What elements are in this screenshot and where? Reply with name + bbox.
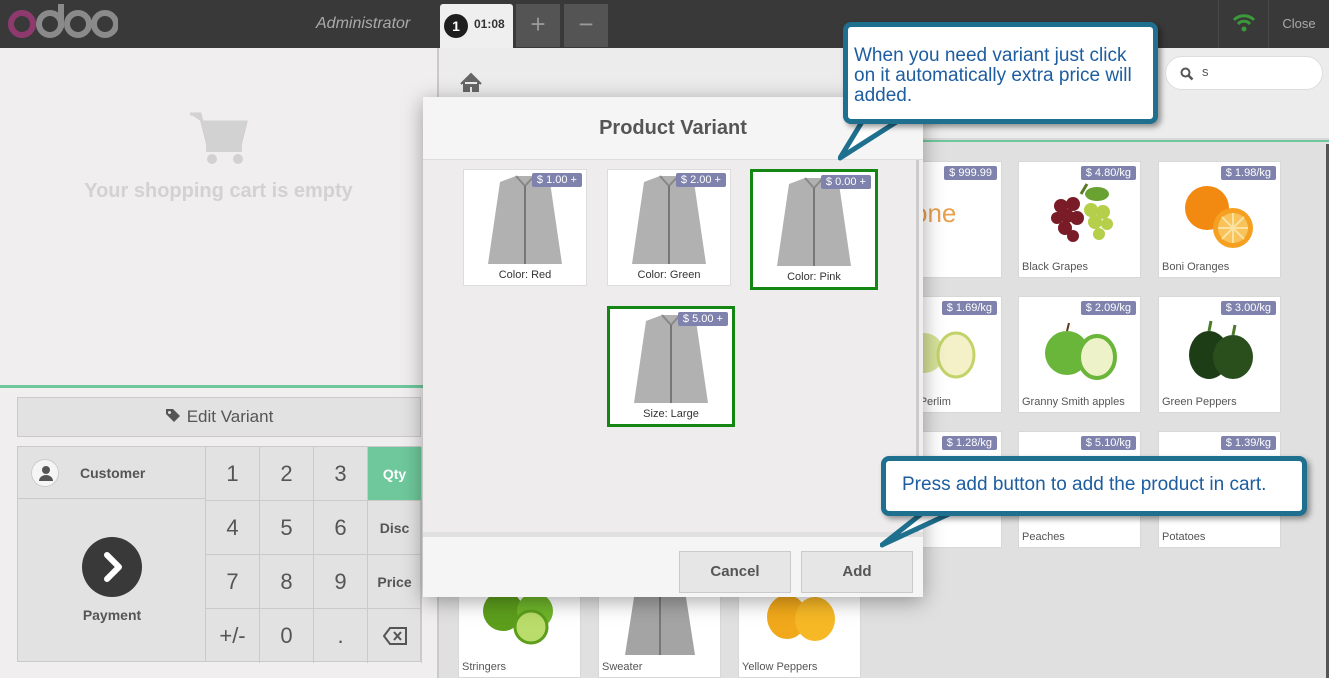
order-number: 1 <box>444 14 468 38</box>
product-price: $ 3.00/kg <box>1220 301 1276 315</box>
numpad-key-1[interactable]: 1 <box>206 447 260 501</box>
numpad-key-2[interactable]: 2 <box>260 447 314 501</box>
variant-label: Size: Large <box>643 408 699 420</box>
search-box[interactable] <box>1165 56 1323 90</box>
payment-button[interactable]: Payment <box>18 499 206 661</box>
order-tab[interactable]: 1 01:08 <box>440 4 513 48</box>
backspace-button[interactable] <box>368 609 422 663</box>
numpad-key-dot[interactable]: . <box>314 609 368 663</box>
variant-tile-green[interactable]: $ 2.00 + Color: Green <box>607 169 731 286</box>
variant-label: Color: Red <box>498 269 552 281</box>
search-input[interactable] <box>1202 64 1312 79</box>
numpad-key-8[interactable]: 8 <box>260 555 314 609</box>
product-price: $ 4.80/kg <box>1080 166 1136 180</box>
product-price: $ 1.28/kg <box>941 436 997 450</box>
empty-cart-message: Your shopping cart is empty <box>84 180 353 202</box>
callout-add-text: Press add button to add the product in c… <box>902 474 1267 495</box>
mode-price-button[interactable]: Price <box>368 555 422 609</box>
customer-button[interactable]: Customer <box>18 447 206 499</box>
product-variant-dialog: Product Variant $ 1.00 + Color: Red $ 2.… <box>423 97 923 597</box>
edit-variant-label: Edit Variant <box>186 407 274 426</box>
chevron-right-icon <box>104 552 122 582</box>
numpad-key-3[interactable]: 3 <box>314 447 368 501</box>
product-name: Peaches <box>1022 531 1065 543</box>
numpad-key-sign[interactable]: +/- <box>206 609 260 663</box>
numpad-key-6[interactable]: 6 <box>314 501 368 555</box>
product-tile[interactable]: $ 4.80/kg Black Grapes <box>1018 161 1141 278</box>
mode-qty-button[interactable]: Qty <box>368 447 422 501</box>
mode-disc-button[interactable]: Disc <box>368 501 422 555</box>
product-price: $ 1.69/kg <box>941 301 997 315</box>
variant-list: $ 1.00 + Color: Red $ 2.00 + Color: Gree… <box>423 160 919 532</box>
payment-circle <box>82 537 142 597</box>
variant-price: $ 0.00 + <box>820 175 871 189</box>
numpad-key-4[interactable]: 4 <box>206 501 260 555</box>
callout-add-tip: Press add button to add the product in c… <box>881 456 1307 516</box>
product-name: Potatoes <box>1162 531 1206 543</box>
order-pane: Your shopping cart is empty Edit Variant… <box>0 48 437 678</box>
grapes-image <box>1051 183 1113 242</box>
product-name: Granny Smith apples <box>1022 396 1125 408</box>
variant-tile-red[interactable]: $ 1.00 + Color: Red <box>463 169 587 286</box>
remove-order-button[interactable]: − <box>564 4 608 47</box>
product-name: Sweater <box>602 661 643 673</box>
product-tile[interactable]: $ 3.00/kg Green Peppers <box>1158 296 1281 413</box>
customer-avatar <box>31 459 59 487</box>
add-order-button[interactable]: + <box>516 4 560 47</box>
variant-tile-large[interactable]: $ 5.00 + Size: Large <box>607 306 735 427</box>
odoo-logo <box>8 4 118 38</box>
callout-variant-tip: When you need variant just click on it a… <box>843 22 1158 124</box>
callout-variant-text: When you need variant just click on it a… <box>854 45 1132 106</box>
product-price: $ 1.39/kg <box>1220 436 1276 450</box>
close-button[interactable]: Close <box>1268 0 1329 48</box>
product-price: $ 1.98/kg <box>1220 166 1276 180</box>
payment-label: Payment <box>82 607 142 623</box>
user-icon <box>39 466 53 481</box>
numpad-key-7[interactable]: 7 <box>206 555 260 609</box>
customer-label: Customer <box>80 465 146 481</box>
product-name: Yellow Peppers <box>742 661 818 673</box>
numpad-key-5[interactable]: 5 <box>260 501 314 555</box>
divider <box>0 385 437 388</box>
green-apples-image <box>1045 322 1117 380</box>
shopping-cart-icon <box>190 112 248 164</box>
wifi-icon <box>1232 14 1256 32</box>
product-name: Stringers <box>462 661 507 673</box>
oranges-image <box>1185 186 1253 248</box>
variant-tile-pink[interactable]: $ 0.00 + Color: Pink <box>750 169 878 290</box>
variant-price: $ 1.00 + <box>531 173 582 187</box>
edit-variant-button[interactable]: Edit Variant <box>17 397 421 437</box>
cancel-button[interactable]: Cancel <box>679 551 791 593</box>
variant-price: $ 5.00 + <box>677 312 728 326</box>
product-name: Green Peppers <box>1162 396 1237 408</box>
order-time: 01:08 <box>474 17 505 31</box>
product-price: $ 5.10/kg <box>1080 436 1136 450</box>
product-price: $ 2.09/kg <box>1080 301 1136 315</box>
username[interactable]: Administrator <box>316 15 410 33</box>
variant-price: $ 2.00 + <box>675 173 726 187</box>
add-button[interactable]: Add <box>801 551 913 593</box>
product-tile[interactable]: $ 2.09/kg Granny Smith apples <box>1018 296 1141 413</box>
variant-label: Color: Pink <box>787 271 841 283</box>
variant-label: Color: Green <box>637 269 701 281</box>
product-price: $ 999.99 <box>944 166 997 180</box>
dialog-footer: Cancel Add <box>423 532 923 597</box>
product-tile[interactable]: $ 1.98/kg Boni Oranges <box>1158 161 1281 278</box>
action-pad: Customer Payment 1 2 3 Qty 4 5 6 Disc 7 … <box>17 446 422 663</box>
backspace-icon <box>382 627 407 645</box>
numpad-key-9[interactable]: 9 <box>314 555 368 609</box>
wifi-status[interactable] <box>1218 0 1268 48</box>
product-name: Boni Oranges <box>1162 261 1230 273</box>
search-icon <box>1180 67 1194 81</box>
product-name: Black Grapes <box>1022 261 1089 273</box>
tag-icon <box>165 409 180 422</box>
green-peppers-image <box>1189 320 1253 379</box>
numpad-key-0[interactable]: 0 <box>260 609 314 663</box>
